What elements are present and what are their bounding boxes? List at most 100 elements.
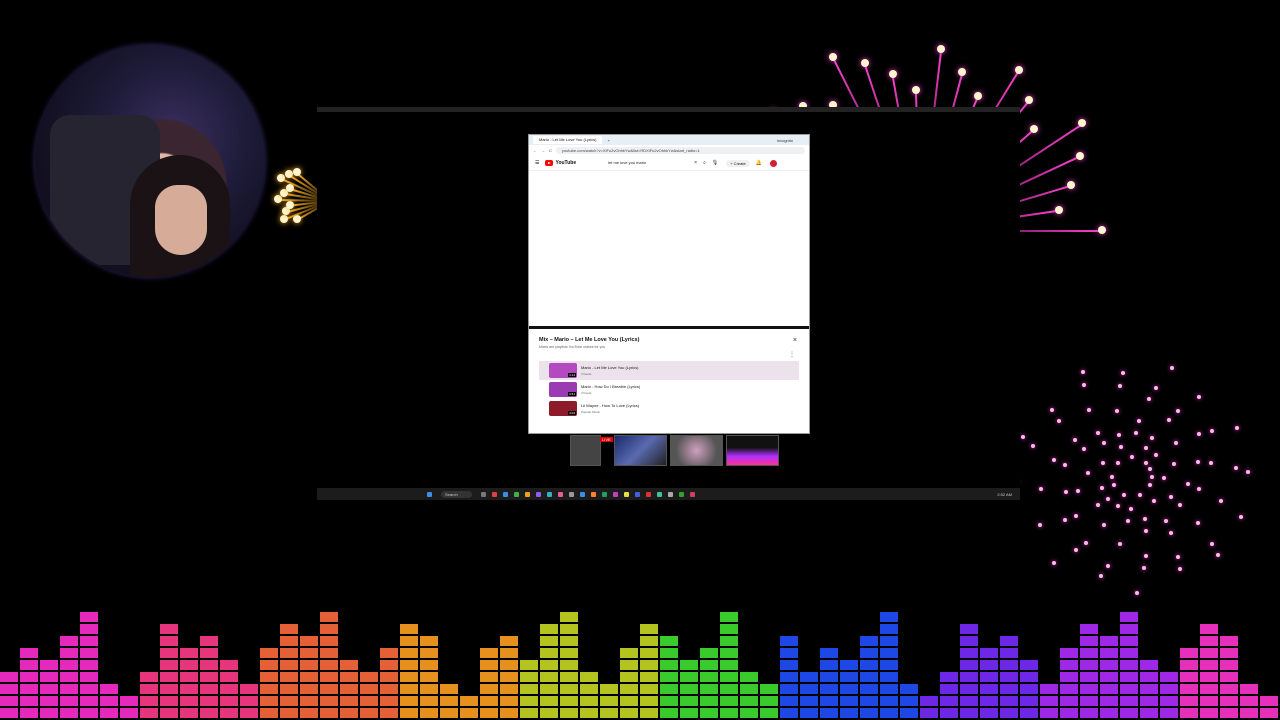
mic-icon[interactable]: 🎙	[712, 160, 718, 166]
taskbar-app-icon[interactable]	[535, 491, 541, 497]
search-icon[interactable]: ⌕	[703, 160, 706, 166]
taskbar-app-icon[interactable]	[612, 491, 618, 497]
eq-bar-segment	[220, 672, 238, 682]
eq-bar-segment	[900, 708, 918, 718]
firework-spark	[286, 200, 295, 209]
taskbar-app-icon[interactable]	[590, 491, 596, 497]
eq-bar-segment	[200, 708, 218, 718]
more-icon[interactable]: ⋮	[789, 351, 795, 358]
menu-icon[interactable]: ☰	[535, 160, 539, 166]
taskbar-app-icon[interactable]	[480, 491, 486, 497]
taskbar-app-icon[interactable]	[634, 491, 640, 497]
eq-bar-segment	[820, 696, 838, 706]
eq-bar-segment	[620, 696, 638, 706]
reload-icon[interactable]: C	[549, 148, 552, 153]
eq-bar-segment	[980, 708, 998, 718]
eq-bar-segment	[660, 648, 678, 658]
window-thumbnail-3[interactable]	[670, 435, 723, 466]
video-thumbnail: 3:51	[549, 382, 577, 397]
taskbar-app-icon[interactable]	[513, 491, 519, 497]
eq-bar-segment	[320, 684, 338, 694]
firework-spark	[1106, 496, 1111, 501]
eq-bar-segment	[880, 612, 898, 622]
firework-spark	[973, 91, 982, 100]
eq-bar-segment	[400, 636, 418, 646]
firework-spark	[1144, 529, 1149, 534]
eq-bar-segment	[980, 696, 998, 706]
taskbar-search[interactable]: Search	[441, 490, 472, 498]
taskbar-app-icon[interactable]	[601, 491, 607, 497]
eq-bar-segment	[260, 648, 278, 658]
start-icon[interactable]	[427, 491, 432, 497]
eq-bar-segment	[840, 684, 858, 694]
eq-bar-segment	[500, 660, 518, 670]
eq-bar-segment	[840, 696, 858, 706]
eq-bar-segment	[500, 672, 518, 682]
eq-bar-segment	[420, 708, 438, 718]
firework-spark	[1081, 382, 1086, 387]
incognito-badge[interactable]: Incognito	[777, 138, 793, 143]
window-thumbnail-2[interactable]	[614, 435, 667, 466]
eq-bar-segment	[380, 648, 398, 658]
taskbar-app-icon[interactable]	[557, 491, 563, 497]
youtube-logo[interactable]: YouTube	[545, 160, 576, 166]
list-item[interactable]: 4:03 Lil Wayne - How To Love (Lyrics) Pop…	[539, 399, 799, 418]
bell-icon[interactable]: 🔔	[756, 160, 762, 166]
eq-bar-segment	[1120, 624, 1138, 634]
firework-spark	[1233, 465, 1238, 470]
url-field[interactable]: youtube.com/watch?v=XiFu2vOhhkYw&list=RD…	[555, 147, 805, 154]
taskbar-app-icon[interactable]	[656, 491, 662, 497]
taskbar-app-icon[interactable]	[689, 491, 695, 497]
window-thumbnail-1[interactable]	[570, 435, 601, 466]
eq-bar-segment	[620, 648, 638, 658]
taskbar-app-icon[interactable]	[568, 491, 574, 497]
forward-icon[interactable]: →	[541, 148, 545, 153]
taskbar-app-icon[interactable]	[502, 491, 508, 497]
window-thumbnail-4[interactable]	[726, 435, 779, 466]
taskbar-app-icon[interactable]	[645, 491, 651, 497]
list-item[interactable]: 3:51 Mario - How Do I Breathe (Lyrics) 7c…	[539, 380, 799, 399]
taskbar-app-icon[interactable]	[546, 491, 552, 497]
eq-bar-segment	[1080, 696, 1098, 706]
create-button[interactable]: + Create	[726, 159, 750, 167]
eq-bar-segment	[680, 684, 698, 694]
eq-bar-segment	[1020, 660, 1038, 670]
taskbar-app-icon[interactable]	[678, 491, 684, 497]
search-input[interactable]: let me love you mario	[604, 159, 688, 167]
eq-bar-segment	[860, 636, 878, 646]
eq-bar-segment	[540, 672, 558, 682]
eq-bar-segment	[180, 648, 198, 658]
close-icon[interactable]: ×	[793, 337, 797, 344]
avatar[interactable]	[769, 159, 777, 167]
clear-search-icon[interactable]: ×	[694, 160, 697, 166]
firework-spark	[1063, 489, 1068, 494]
eq-bar-segment	[400, 624, 418, 634]
list-item[interactable]: 4:14 Mario - Let Me Love You (Lyrics) 7cl…	[539, 361, 799, 380]
eq-bar-segment	[160, 624, 178, 634]
eq-bar-segment	[960, 660, 978, 670]
firework-spark	[1147, 396, 1152, 401]
eq-bar-segment	[1080, 684, 1098, 694]
eq-bar-segment	[960, 648, 978, 658]
eq-bar-segment	[1180, 696, 1198, 706]
eq-bar-segment	[1020, 684, 1038, 694]
eq-bar-segment	[360, 684, 378, 694]
tab-youtube[interactable]: Mario - Let Me Love You (Lyrics)	[533, 136, 603, 144]
video-player[interactable]	[529, 171, 809, 329]
eq-bar-segment	[880, 684, 898, 694]
taskbar-app-icon[interactable]	[491, 491, 497, 497]
back-icon[interactable]: ←	[533, 148, 537, 153]
eq-bar-segment	[280, 708, 298, 718]
taskbar-app-icon[interactable]	[667, 491, 673, 497]
new-tab-button[interactable]: +	[607, 138, 609, 143]
firework-spark	[1245, 469, 1250, 474]
eq-bar-segment	[0, 696, 18, 706]
taskbar-app-icon[interactable]	[524, 491, 530, 497]
eq-bar-segment	[1100, 708, 1118, 718]
taskbar-app-icon[interactable]	[623, 491, 629, 497]
tab-bar: Mario - Let Me Love You (Lyrics) + Incog…	[529, 135, 809, 145]
eq-bar-segment	[1120, 648, 1138, 658]
taskbar-app-icon[interactable]	[579, 491, 585, 497]
eq-bar-segment	[100, 708, 118, 718]
firework-spark	[1025, 95, 1034, 104]
